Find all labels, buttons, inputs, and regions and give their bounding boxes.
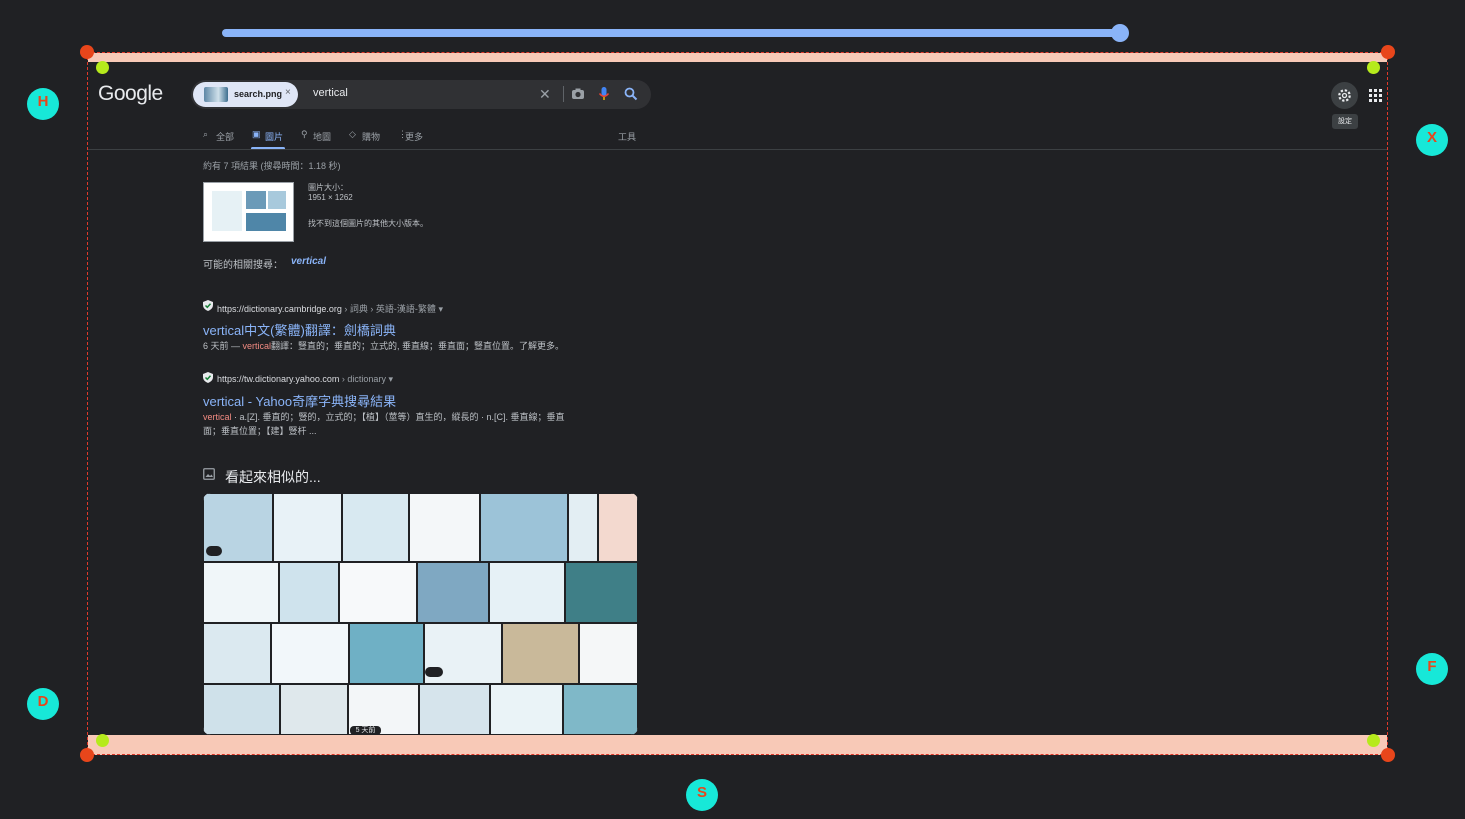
resize-handle-bottom-left[interactable]	[80, 748, 94, 762]
result-snippet: vertical · a.[Z]. 垂直的；豎的，立式的；【植】（莖等）直生的，…	[203, 410, 565, 423]
similar-image[interactable]	[203, 684, 280, 735]
similar-image[interactable]	[279, 562, 339, 623]
similar-image[interactable]	[339, 562, 417, 623]
tab-shopping[interactable]: 購物	[362, 130, 380, 143]
marker-button-x[interactable]: X	[1416, 124, 1448, 156]
snippet-text: 翻譯：豎直的；垂直的；立式的, 垂直線；垂直面；豎直位置。了解更多。	[271, 341, 565, 351]
chip-label: search.png	[234, 89, 283, 99]
similar-image[interactable]	[568, 493, 598, 562]
snippet-text: · a.[Z]. 垂直的；豎的，立式的；【植】（莖等）直生的，縱長的 · n.[…	[231, 412, 565, 422]
resize-handle-top-right[interactable]	[1381, 45, 1395, 59]
tools-button[interactable]: 工具	[618, 130, 636, 143]
chip-remove-icon[interactable]: ×	[285, 87, 291, 98]
result-breadcrumb: › 詞典 › 英語-漢語-繁體	[344, 304, 436, 314]
related-search-label: 可能的相關搜尋：	[203, 260, 283, 271]
snippet-highlight: vertical	[203, 412, 232, 422]
similar-image[interactable]	[271, 623, 349, 684]
verified-shield-icon	[203, 372, 213, 383]
resize-handle-bottom-right[interactable]	[1381, 748, 1395, 762]
similar-image[interactable]	[417, 562, 489, 623]
tab-all-icon: ⌕	[203, 129, 209, 139]
result-url-domain: https://dictionary.cambridge.org	[217, 304, 342, 314]
similar-image[interactable]	[273, 493, 342, 562]
result-title-link[interactable]: vertical中文(繁體)翻譯：劍橋詞典	[203, 320, 396, 339]
marker-button-s[interactable]: S	[686, 779, 718, 811]
anchor-point-top-left[interactable]	[96, 61, 109, 74]
anchor-point-bottom-right[interactable]	[1367, 734, 1380, 747]
snippet-date: 6 天前 —	[203, 341, 243, 351]
marker-button-h[interactable]: H	[27, 88, 59, 120]
similar-image[interactable]	[490, 684, 563, 735]
header-divider	[88, 149, 1387, 150]
image-icon	[203, 468, 215, 480]
search-divider	[563, 86, 564, 102]
similar-image[interactable]	[598, 493, 638, 562]
chevron-down-icon[interactable]: ▾	[388, 374, 393, 384]
thumb-page-left	[212, 191, 242, 231]
anchor-point-bottom-left[interactable]	[96, 734, 109, 747]
similar-image[interactable]	[203, 562, 279, 623]
image-size-label: 圖片大小：	[308, 183, 348, 192]
result-title-link[interactable]: vertical - Yahoo奇摩字典搜尋結果	[203, 391, 396, 410]
similar-images-grid	[203, 493, 638, 735]
related-search-link[interactable]: vertical	[291, 256, 326, 267]
chevron-down-icon[interactable]: ▾	[438, 304, 443, 314]
apps-grid-icon[interactable]	[1369, 89, 1382, 102]
no-other-sizes-text: 找不到這個圖片的其他大小版本。	[308, 219, 428, 228]
result-stats: 約有 7 項結果 (搜尋時間：1.18 秒)	[203, 161, 341, 171]
chip-image-thumbnail	[204, 87, 228, 102]
image-source-badge-icon	[206, 546, 222, 556]
clear-search-icon[interactable]: ✕	[539, 86, 551, 103]
result-url: https://dictionary.cambridge.org › 詞典 › …	[217, 302, 443, 315]
google-logo[interactable]: Google	[98, 82, 163, 106]
search-input[interactable]: vertical	[313, 87, 348, 99]
result-breadcrumb: › dictionary	[341, 374, 386, 384]
similar-image[interactable]	[502, 623, 579, 684]
similar-image[interactable]	[579, 623, 638, 684]
thumb-photo-2	[268, 191, 286, 209]
zoom-slider-thumb[interactable]	[1111, 24, 1129, 42]
tab-maps[interactable]: 地圖	[313, 130, 331, 143]
settings-gear-icon[interactable]	[1337, 88, 1352, 103]
marker-button-f[interactable]: F	[1416, 653, 1448, 685]
mic-icon[interactable]	[598, 86, 610, 102]
similar-image[interactable]	[342, 493, 409, 562]
result-url-domain: https://tw.dictionary.yahoo.com	[217, 374, 340, 384]
anchor-point-top-right[interactable]	[1367, 61, 1380, 74]
similar-image[interactable]	[565, 562, 638, 623]
tab-images-icon: ▣	[252, 129, 261, 139]
result-snippet-line2: 面；垂直位置；【建】豎杆 ...	[203, 426, 317, 436]
similar-image[interactable]	[409, 493, 480, 562]
thumb-photo-3	[246, 213, 286, 231]
zoom-slider-track[interactable]	[222, 29, 1122, 37]
similar-image[interactable]	[480, 493, 568, 562]
image-size-value: 1951 × 1262	[308, 193, 353, 202]
time-badge: 5 天前	[350, 726, 381, 735]
resize-handle-top-left[interactable]	[80, 45, 94, 59]
thumb-photo-1	[246, 191, 266, 209]
camera-icon[interactable]	[571, 87, 585, 101]
snippet-highlight: vertical	[242, 341, 272, 351]
tab-more[interactable]: 更多	[405, 130, 423, 143]
similar-image[interactable]	[280, 684, 348, 735]
tab-images[interactable]: 圖片	[265, 130, 283, 143]
similar-image[interactable]	[563, 684, 638, 735]
similar-images-heading: 看起來相似的...	[225, 469, 321, 485]
verified-shield-icon	[203, 300, 213, 311]
query-image-thumbnail[interactable]	[203, 182, 294, 242]
similar-image[interactable]	[349, 623, 424, 684]
image-source-badge-icon	[425, 667, 443, 677]
search-icon[interactable]	[624, 87, 638, 101]
similar-image[interactable]	[489, 562, 565, 623]
similar-image[interactable]	[419, 684, 490, 735]
similar-image[interactable]	[203, 623, 271, 684]
marker-button-d[interactable]: D	[27, 688, 59, 720]
result-url: https://tw.dictionary.yahoo.com › dictio…	[217, 374, 393, 385]
tab-maps-icon: ⚲	[301, 129, 308, 139]
settings-tooltip: 設定	[1332, 114, 1358, 129]
tab-shopping-icon: ◇	[349, 129, 356, 139]
result-snippet: 6 天前 — vertical翻譯：豎直的；垂直的；立式的, 垂直線；垂直面；豎…	[203, 339, 564, 352]
tab-all[interactable]: 全部	[216, 130, 234, 143]
